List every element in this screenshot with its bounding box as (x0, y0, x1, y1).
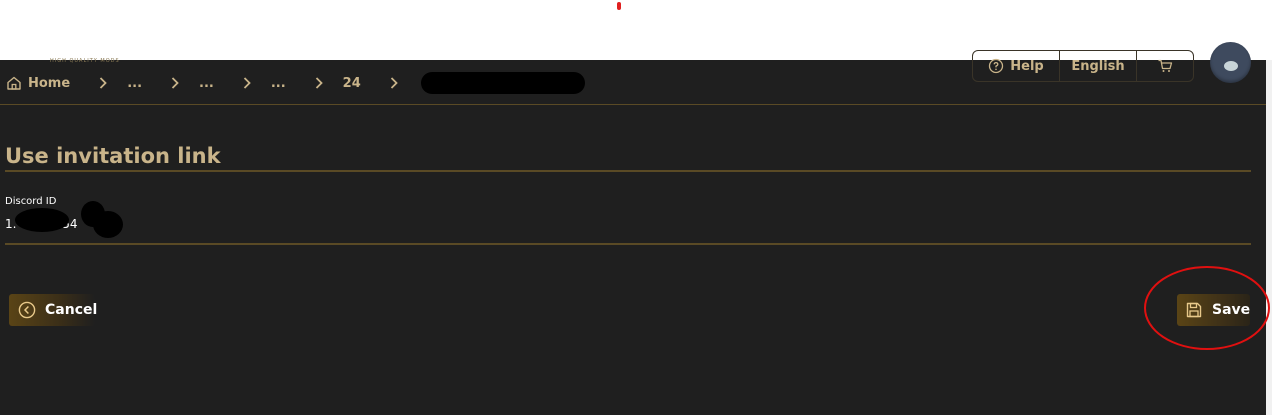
breadcrumb-item-2[interactable]: ... (199, 76, 214, 91)
logo-tagline: HIGH QUALITY MODS (50, 58, 120, 64)
help-label: Help (1010, 58, 1044, 74)
redaction-mark (93, 211, 123, 238)
page-scrollbar[interactable] (1266, 60, 1272, 415)
breadcrumb-item-4[interactable]: 24 (343, 76, 361, 91)
topbar-actions: Help English (972, 50, 1194, 82)
cart-button[interactable] (1137, 51, 1193, 81)
chevron-right-icon (96, 76, 110, 90)
breadcrumb: Home ... ... ... 24 (6, 71, 585, 95)
title-divider (5, 170, 1251, 172)
save-label: Save (1212, 302, 1251, 318)
discord-id-label: Discord ID (5, 196, 57, 207)
floppy-disk-icon (1185, 301, 1203, 319)
redaction-mark (15, 208, 69, 232)
header-divider (0, 104, 1266, 105)
language-label: English (1071, 58, 1125, 74)
avatar-image (1223, 60, 1238, 71)
chevron-right-icon (240, 76, 254, 90)
page-title: Use invitation link (5, 144, 221, 168)
chevron-right-icon (387, 76, 401, 90)
cancel-label: Cancel (45, 302, 98, 318)
field-divider (5, 243, 1251, 245)
breadcrumb-item-3[interactable]: ... (271, 76, 286, 91)
chevron-right-icon (312, 76, 326, 90)
breadcrumb-home-label: Home (28, 75, 71, 91)
language-selector[interactable]: English (1060, 51, 1137, 81)
help-button[interactable]: Help (973, 51, 1060, 81)
annotation-dot (617, 2, 621, 10)
user-avatar[interactable] (1210, 42, 1251, 83)
breadcrumb-item-1[interactable]: ... (127, 76, 142, 91)
chevron-right-icon (168, 76, 182, 90)
help-circle-icon (989, 58, 1004, 74)
cart-icon (1158, 59, 1173, 72)
cancel-button[interactable]: Cancel (9, 294, 98, 326)
breadcrumb-current-redacted (420, 72, 585, 94)
breadcrumb-home[interactable]: Home (6, 75, 70, 91)
home-icon (6, 75, 22, 91)
chevron-left-circle-icon (18, 301, 36, 319)
save-button[interactable]: Save (1177, 294, 1250, 326)
